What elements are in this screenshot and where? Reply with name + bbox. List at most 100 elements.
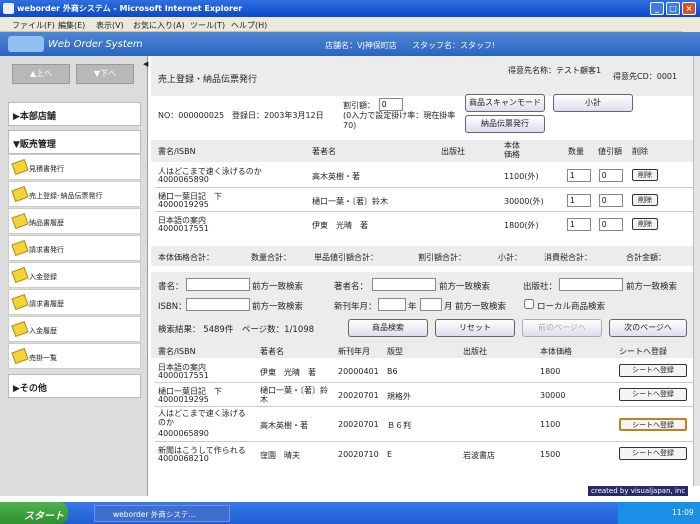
year-input[interactable]	[378, 298, 406, 311]
menu-tools[interactable]: ツール(T)	[190, 20, 225, 31]
sidebar: ▲上へ ▼下へ ▶本部店舗 ▼販売管理 見積書発行 売上登録･納品伝票発行 納品…	[0, 56, 148, 496]
sidebar-item-invoice[interactable]: 請求書発行	[8, 235, 141, 261]
pencil-icon	[11, 158, 29, 176]
sidebar-item-label: 納品書履歴	[29, 219, 64, 227]
menu-help[interactable]: ヘルプ(H)	[231, 20, 267, 31]
close-icon[interactable]: ×	[682, 2, 696, 15]
next-page-button[interactable]: 次のページへ	[609, 319, 687, 337]
res-author: 窪園 晴夫	[260, 451, 300, 460]
res-price: 1800	[540, 367, 561, 376]
sidebar-item-receivables[interactable]: 売掛一覧	[8, 343, 141, 369]
sidebar-item-label: 見積書発行	[29, 165, 64, 173]
results-header	[151, 342, 694, 358]
sidebar-item-label: 請求書履歴	[29, 300, 64, 308]
delete-button[interactable]: 削除	[632, 218, 658, 230]
section-hanbai[interactable]: ▼販売管理	[8, 130, 141, 154]
cart-isbn: 4000017551	[158, 224, 209, 233]
maximize-icon[interactable]: □	[666, 2, 680, 15]
sidebar-item-invoice-history[interactable]: 請求書履歴	[8, 289, 141, 315]
res-format: B6	[387, 367, 398, 376]
ie-icon	[3, 3, 14, 14]
title-input[interactable]	[186, 278, 250, 291]
pencil-icon	[11, 266, 29, 284]
pencil-icon	[11, 212, 29, 230]
delete-button[interactable]: 削除	[632, 194, 658, 206]
down-button[interactable]: ▼下へ	[76, 64, 134, 84]
pencil-icon	[11, 347, 29, 365]
publisher-label: 出版社：	[523, 282, 558, 292]
cart-isbn: 4000065890	[158, 175, 209, 184]
local-search-label: ローカル商品検索	[537, 302, 606, 312]
sidebar-item-label: 売上登録･納品伝票発行	[29, 192, 103, 200]
res-col-publisher: 出版社	[463, 347, 487, 356]
res-date: 20020701	[338, 391, 379, 400]
year-label: 年	[408, 302, 417, 312]
scrollbar[interactable]	[693, 56, 700, 486]
res-author: 樋口一葉・〔著〕鈴木	[260, 386, 328, 404]
reset-button[interactable]: リセット	[435, 319, 515, 337]
total-qty: 数量合計：	[251, 253, 291, 262]
res-price: 1100	[540, 420, 561, 429]
author-match: 前方一致検索	[439, 282, 491, 292]
isbn-match: 前方一致検索	[252, 302, 304, 312]
discount-input[interactable]	[599, 194, 623, 207]
publisher-match: 前方一致検索	[626, 282, 678, 292]
total-tax: 消費税合計：	[544, 253, 592, 262]
qty-input[interactable]	[567, 169, 591, 182]
res-col-author: 著者名	[260, 347, 284, 356]
divider	[155, 187, 693, 188]
triangle-right-icon: ▶	[13, 112, 20, 122]
subtotal-button[interactable]: 小計	[553, 94, 633, 112]
qty-input[interactable]	[567, 218, 591, 231]
menu-favorites[interactable]: お気に入り(A)	[133, 20, 185, 31]
register-button[interactable]: シートへ登録	[619, 447, 687, 460]
page-title: 売上登録・納品伝票発行	[158, 75, 258, 85]
publisher-input[interactable]	[559, 278, 623, 291]
delete-button[interactable]: 削除	[632, 169, 658, 181]
res-col-price: 本体価格	[540, 347, 572, 356]
res-format: E	[387, 450, 393, 459]
register-button[interactable]: シートへ登録	[619, 364, 687, 377]
menu-view[interactable]: 表示(V)	[96, 20, 124, 31]
author-input[interactable]	[372, 278, 436, 291]
sidebar-item-sales[interactable]: 売上登録･納品伝票発行	[8, 181, 141, 207]
sidebar-item-payment-history[interactable]: 入金履歴	[8, 316, 141, 342]
section-label: その他	[19, 384, 47, 394]
cart-price: 1100(外)	[504, 172, 539, 181]
issue-slip-button[interactable]: 納品伝票発行	[465, 115, 545, 133]
sidebar-item-delivery-history[interactable]: 納品書履歴	[8, 208, 141, 234]
discount-input[interactable]	[599, 169, 623, 182]
store-name: 店舗名：VJ神保町店	[325, 41, 397, 50]
isbn-input[interactable]	[186, 298, 250, 311]
window-title: weborder 外商システム - Microsoft Internet Exp…	[17, 4, 243, 13]
res-date: 20020701	[338, 420, 379, 429]
section-other[interactable]: ▶その他	[8, 374, 141, 398]
start-button[interactable]: スタート	[0, 502, 68, 524]
collapse-icon[interactable]: ◀	[143, 60, 151, 70]
sidebar-item-label: 請求書発行	[29, 246, 64, 254]
local-search-checkbox[interactable]	[524, 299, 534, 309]
title-match: 前方一致検索	[252, 282, 304, 292]
search-button[interactable]: 商品検索	[348, 319, 428, 337]
app-header: Web Order System 店舗名：VJ神保町店 スタッフ名：スタッフ!	[0, 32, 700, 56]
discount-input[interactable]	[379, 98, 403, 111]
sidebar-item-estimate[interactable]: 見積書発行	[8, 154, 141, 180]
taskbar-item[interactable]: weborder 外商システ...	[94, 505, 230, 522]
register-button[interactable]: シートへ登録	[619, 418, 687, 431]
system-tray: 11:09	[618, 502, 700, 524]
section-honbu[interactable]: ▶本部店舗	[8, 102, 141, 126]
menu-edit[interactable]: 編集(E)	[58, 20, 85, 31]
qty-input[interactable]	[567, 194, 591, 207]
scan-mode-button[interactable]: 商品スキャンモード	[465, 94, 545, 112]
sidebar-item-payment[interactable]: 入金登録	[8, 262, 141, 288]
prev-page-button[interactable]: 前のページへ	[522, 319, 602, 337]
month-input[interactable]	[420, 298, 442, 311]
res-col-register: シートへ登録	[619, 347, 667, 356]
minimize-icon[interactable]: _	[650, 2, 664, 15]
pencil-icon	[11, 320, 29, 338]
menu-file[interactable]: ファイル(F)	[12, 20, 55, 31]
register-button[interactable]: シートへ登録	[619, 388, 687, 401]
cart-isbn: 4000019295	[158, 200, 209, 209]
up-button[interactable]: ▲上へ	[12, 64, 70, 84]
discount-input[interactable]	[599, 218, 623, 231]
